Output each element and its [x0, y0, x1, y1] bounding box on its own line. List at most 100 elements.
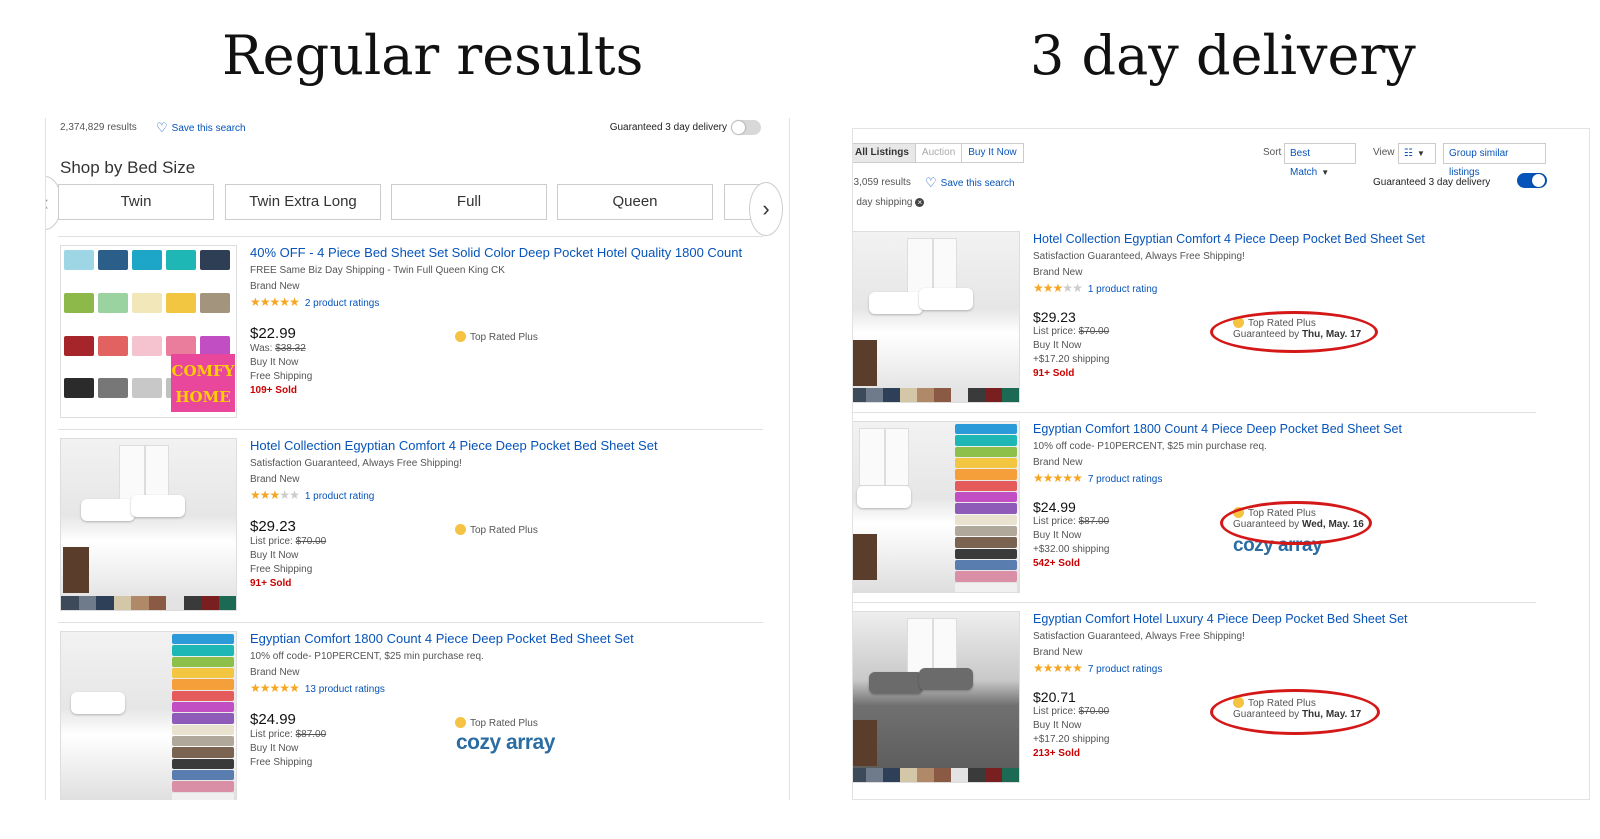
ratings-link[interactable]: 7 product ratings [1088, 664, 1163, 675]
star-full-icon: ★ [1033, 471, 1044, 485]
strip-color [61, 596, 79, 610]
pillow [131, 495, 185, 517]
divider [853, 412, 1536, 413]
listing-title[interactable]: Hotel Collection Egyptian Comfort 4 Piec… [250, 438, 763, 454]
color-swatch [200, 335, 230, 356]
sheet-color [172, 634, 234, 645]
heart-icon: ♡ [156, 120, 168, 135]
star-empty-icon: ★ [1072, 281, 1083, 295]
strip-color [917, 768, 934, 782]
tab-auction[interactable]: Auction [916, 144, 963, 162]
ratings-link[interactable]: 1 product rating [1088, 284, 1158, 295]
listing-subtitle: 10% off code- P10PERCENT, $25 min purcha… [1033, 441, 1267, 452]
view-dropdown[interactable]: ☷ ▼ [1398, 143, 1436, 164]
highlight-ring [1210, 689, 1380, 735]
shop-by-bed-size-title: Shop by Bed Size [60, 158, 196, 177]
listing-item: COMFY HOME 40% OFF - 4 Piece Bed Sheet Se… [58, 236, 763, 426]
color-swatch [200, 250, 230, 270]
listing-sold-count: 542+ Sold [1033, 558, 1080, 569]
filter-chip-3-day-shipping[interactable]: 3 day shipping × [853, 197, 925, 208]
ratings-link[interactable]: 13 product ratings [305, 684, 385, 695]
top-rated-plus-badge: Top Rated Plus [455, 331, 538, 343]
group-similar-button[interactable]: Group similar listings [1443, 143, 1546, 178]
star-full-icon: ★ [250, 681, 261, 695]
sort-value: Best Match [1290, 148, 1318, 178]
sheet-color [955, 469, 1017, 480]
star-rating: ★★★★★ [250, 488, 300, 502]
strip-color [934, 388, 951, 402]
heading-3-day-delivery: 3 day delivery [1030, 24, 1416, 87]
caret-down-icon: ▼ [1321, 168, 1330, 177]
listing-condition: Brand New [250, 281, 300, 292]
save-search-label: Save this search [940, 178, 1015, 189]
sheet-color [955, 548, 1017, 559]
listing-thumbnail[interactable] [60, 631, 237, 800]
guaranteed-delivery-toggle[interactable] [731, 120, 761, 135]
size-full-button[interactable]: Full [391, 184, 547, 220]
guaranteed-delivery-toggle[interactable] [1517, 173, 1547, 188]
star-half-icon: ★ [289, 681, 300, 695]
window-decor [859, 428, 909, 486]
strip-color [866, 388, 883, 402]
strip-color [985, 388, 1002, 402]
color-swatch [98, 292, 128, 313]
listing-title[interactable]: Egyptian Comfort Hotel Luxury 4 Piece De… [1033, 611, 1536, 627]
sort-dropdown[interactable]: Best Match ▼ [1284, 143, 1356, 178]
strip-color [883, 388, 900, 402]
sheet-color [172, 701, 234, 713]
view-label: View [1373, 147, 1395, 158]
ratings-link[interactable]: 2 product ratings [305, 298, 380, 309]
size-queen-button[interactable]: Queen [557, 184, 713, 220]
color-swatch [132, 250, 162, 270]
ratings-link[interactable]: 1 product rating [305, 491, 375, 502]
star-full-icon: ★ [259, 681, 271, 695]
divider [853, 602, 1536, 603]
strip-color [917, 388, 934, 402]
bed-size-carousel: Twin Twin Extra Long Full Queen [46, 184, 789, 222]
star-full-icon: ★ [289, 295, 300, 309]
listing-sold-count: 91+ Sold [1033, 368, 1075, 379]
strip-color [900, 388, 917, 402]
star-rating: ★★★★★ [250, 681, 300, 695]
sheet-color [955, 503, 1017, 514]
size-twin-xl-button[interactable]: Twin Extra Long [225, 184, 381, 220]
listing-sold-count: 213+ Sold [1033, 748, 1080, 759]
old-price: $38.32 [275, 343, 306, 354]
comfy-home-logo: COMFY HOME [171, 354, 235, 412]
listing-title[interactable]: Egyptian Comfort 1800 Count 4 Piece Deep… [1033, 421, 1536, 437]
sheet-color [172, 781, 234, 792]
listing-thumbnail[interactable] [853, 611, 1020, 783]
ratings-link[interactable]: 7 product ratings [1088, 474, 1163, 485]
listing-thumbnail[interactable] [853, 421, 1020, 593]
color-swatch [166, 335, 196, 356]
sheet-color [955, 435, 1017, 446]
price-label: List price: [1033, 706, 1076, 717]
size-twin-button[interactable]: Twin [58, 184, 214, 220]
color-strip [853, 768, 1019, 782]
save-search-link[interactable]: ♡ Save this search [156, 120, 246, 136]
listing-title[interactable]: 40% OFF - 4 Piece Bed Sheet Set Solid Co… [250, 245, 763, 261]
cozy-array-logo: cozy array [456, 731, 555, 754]
color-swatch [166, 292, 196, 313]
sheet-color [955, 457, 1017, 469]
listing-subtitle: 10% off code- P10PERCENT, $25 min purcha… [250, 651, 484, 662]
tab-buy-it-now[interactable]: Buy It Now [962, 144, 1022, 162]
carousel-next-button[interactable]: › [749, 182, 783, 236]
tab-all-listings[interactable]: All Listings [853, 144, 916, 162]
listing-thumbnail[interactable] [853, 231, 1020, 403]
listing-title[interactable]: Hotel Collection Egyptian Comfort 4 Piec… [1033, 231, 1536, 247]
listing-title[interactable]: Egyptian Comfort 1800 Count 4 Piece Deep… [250, 631, 763, 647]
star-full-icon: ★ [269, 681, 281, 695]
save-search-link[interactable]: ♡ Save this search [925, 175, 1015, 191]
listing-item: Egyptian Comfort 1800 Count 4 Piece Deep… [853, 421, 1536, 596]
listing-condition: Brand New [250, 667, 300, 678]
listing-thumbnail[interactable] [60, 438, 237, 611]
star-full-icon: ★ [259, 295, 271, 309]
sheet-color [955, 514, 1017, 525]
listing-thumbnail[interactable]: COMFY HOME [60, 245, 237, 418]
star-empty-icon: ★ [279, 488, 290, 502]
star-full-icon: ★ [1033, 281, 1044, 295]
listing-item: Egyptian Comfort Hotel Luxury 4 Piece De… [853, 611, 1536, 786]
pillow [869, 672, 923, 694]
strip-color [1002, 768, 1019, 782]
